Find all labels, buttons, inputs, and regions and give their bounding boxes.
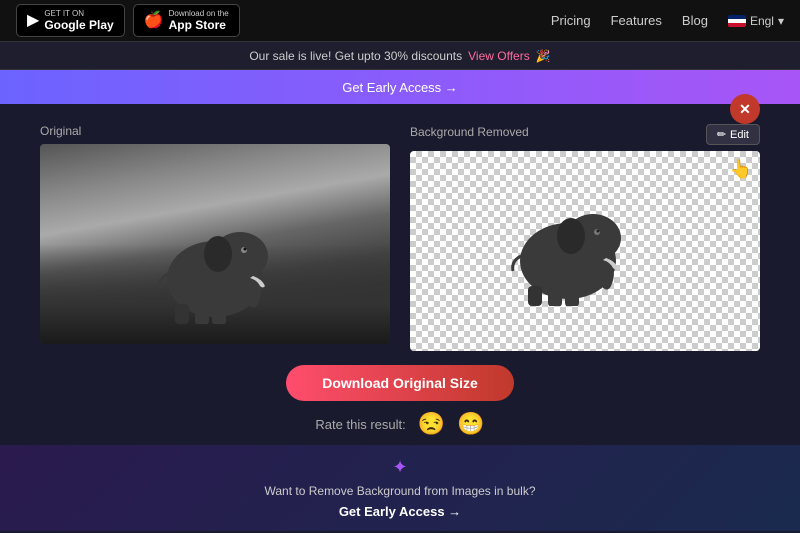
rate-row: Rate this result: 😒 😁	[315, 411, 484, 437]
early-access-top-label: Get Early Access →	[342, 80, 458, 95]
close-icon: ✕	[739, 101, 751, 118]
original-panel: Original	[40, 124, 390, 344]
happy-emoji[interactable]: 😁	[457, 411, 484, 437]
pencil-icon: ✏	[717, 128, 726, 141]
sale-banner: Our sale is live! Get upto 30% discounts…	[0, 42, 800, 70]
bottom-banner: ✦ Want to Remove Background from Images …	[0, 445, 800, 531]
google-play-icon: ▶	[27, 10, 39, 30]
edit-button[interactable]: ✏ Edit	[706, 124, 760, 145]
pricing-link[interactable]: Pricing	[551, 13, 591, 28]
google-play-button[interactable]: ▶ GET IT ON Google Play	[16, 4, 125, 38]
bulk-text: Want to Remove Background from Images in…	[264, 484, 535, 498]
checkered-bg: 👆	[410, 151, 760, 351]
language-selector[interactable]: Engl ▾	[728, 14, 784, 28]
google-play-bottom-line: Google Play	[44, 18, 113, 32]
early-access-bottom-button[interactable]: Get Early Access →	[339, 504, 461, 519]
elephant-svg-transparent	[503, 196, 633, 306]
sale-emoji: 🎉	[536, 49, 551, 63]
sale-text: Our sale is live! Get upto 30% discounts	[249, 49, 462, 63]
images-row: Original	[40, 124, 760, 351]
cursor-hand-icon: 👆	[730, 159, 752, 180]
app-store-top-line: Download on the	[169, 9, 229, 19]
view-offers-link[interactable]: View Offers	[468, 49, 530, 63]
app-store-bottom-line: App Store	[169, 18, 229, 32]
removed-bg-image: 👆	[410, 151, 760, 351]
blog-link[interactable]: Blog	[682, 13, 708, 28]
nav-right: Pricing Features Blog Engl ▾	[551, 13, 784, 28]
close-button[interactable]: ✕	[730, 94, 760, 124]
removed-bg-panel: Background Removed ✏ Edit	[410, 124, 760, 351]
google-play-top-line: GET IT ON	[44, 9, 113, 19]
rate-label: Rate this result:	[315, 417, 405, 432]
removed-label: Background Removed	[410, 125, 529, 139]
flag-icon	[728, 15, 746, 27]
early-access-top-banner[interactable]: Get Early Access →	[0, 70, 800, 104]
sad-emoji[interactable]: 😒	[418, 411, 445, 437]
original-label: Original	[40, 124, 390, 138]
download-section: Download Original Size Rate this result:…	[40, 351, 760, 445]
app-store-button[interactable]: 🍎 Download on the App Store	[133, 4, 240, 38]
features-link[interactable]: Features	[611, 13, 662, 28]
lang-label: Engl	[750, 14, 774, 28]
original-image	[40, 144, 390, 344]
main-content: ✕ Original	[0, 104, 800, 445]
bulk-icon: ✦	[392, 457, 407, 478]
elephant-svg-original	[150, 214, 280, 324]
nav-left: ▶ GET IT ON Google Play 🍎 Download on th…	[16, 4, 240, 38]
removed-bg-header: Background Removed ✏ Edit	[410, 124, 760, 145]
edit-label: Edit	[730, 129, 749, 141]
apple-icon: 🍎	[144, 10, 164, 30]
download-button[interactable]: Download Original Size	[286, 365, 514, 401]
nav-bar: ▶ GET IT ON Google Play 🍎 Download on th…	[0, 0, 800, 42]
chevron-down-icon: ▾	[778, 14, 784, 28]
